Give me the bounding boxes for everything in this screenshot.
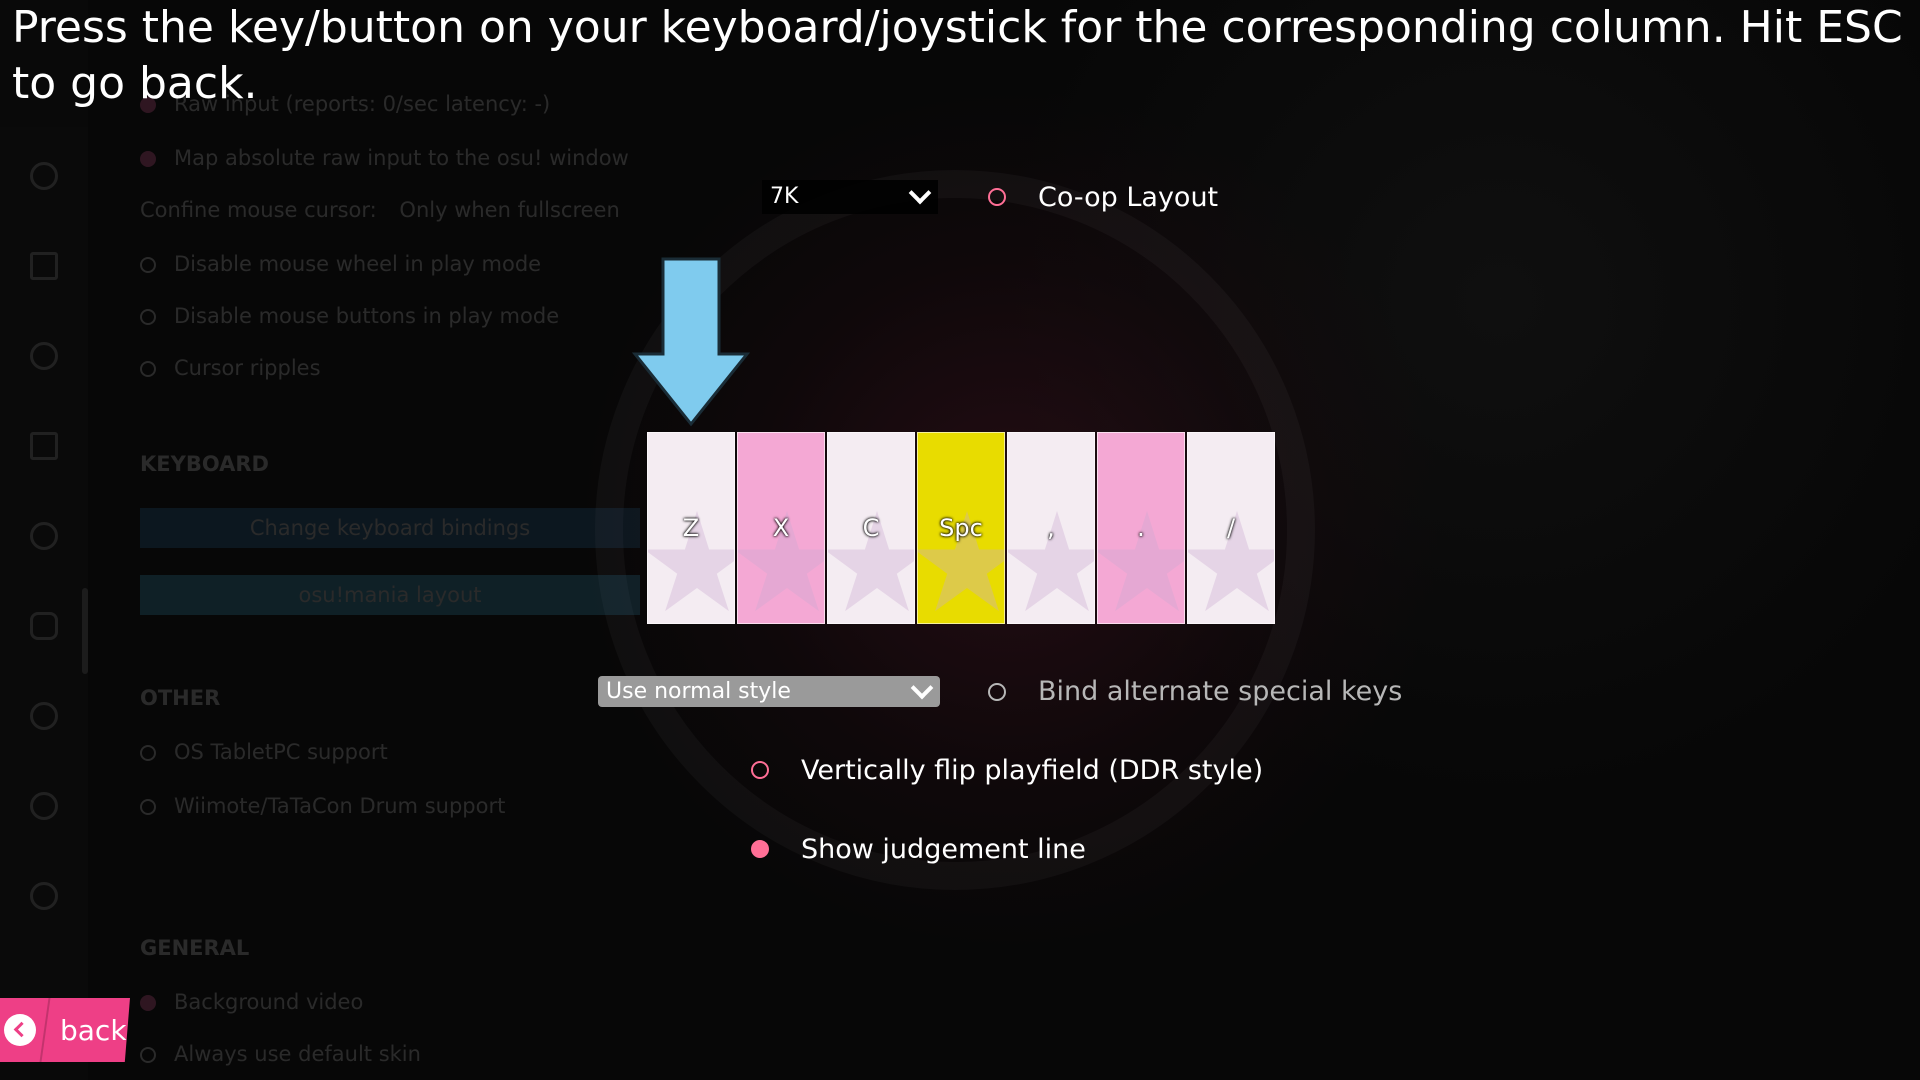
vertical-flip-toggle[interactable]: Vertically flip playfield (DDR style) — [751, 753, 1263, 787]
wrench-icon — [30, 882, 58, 910]
key-column-label: Spc — [939, 514, 983, 542]
key-column-label: Z — [682, 514, 700, 542]
back-button-label: back — [60, 1013, 127, 1047]
chevron-down-icon — [910, 676, 934, 699]
bg-default-skin: Always use default skin — [140, 1042, 421, 1066]
judgement-line-toggle[interactable]: Show judgement line — [751, 832, 1086, 866]
globe-icon — [30, 792, 58, 820]
key-column-label: , — [1047, 514, 1055, 542]
bg-tabletpc: OS TabletPC support — [140, 740, 388, 764]
key-column-label: C — [862, 514, 880, 542]
gear-icon — [30, 162, 58, 190]
back-arrow-icon — [4, 1014, 36, 1046]
bg-keyboard-header: KEYBOARD — [140, 452, 269, 476]
gamepad-icon — [30, 612, 58, 640]
bg-change-bindings-button: Change keyboard bindings — [140, 508, 640, 548]
bg-disable-wheel: Disable mouse wheel in play mode — [140, 252, 541, 276]
instructions-text: Press the key/button on your keyboard/jo… — [12, 2, 1903, 109]
key-columns: Z X C Spc,. / — [647, 432, 1275, 624]
key-column[interactable]: X — [737, 432, 825, 624]
background-settings-panel: Raw input (reports: 0/sec latency: -) Ma… — [0, 0, 660, 1080]
monitor-icon — [30, 252, 58, 280]
bg-disable-buttons: Disable mouse buttons in play mode — [140, 304, 559, 328]
circle-icon — [30, 342, 58, 370]
bg-background-video: Background video — [140, 990, 363, 1014]
key-column[interactable]: / — [1187, 432, 1275, 624]
key-count-select[interactable]: 7K — [762, 180, 938, 214]
bg-confine-cursor: Confine mouse cursor: Only when fullscre… — [140, 198, 620, 222]
chevron-down-icon — [908, 181, 932, 205]
vertical-flip-radio — [751, 761, 769, 779]
judgement-line-radio — [751, 840, 769, 858]
key-column-label: X — [772, 514, 790, 542]
settings-sidebar — [0, 0, 88, 1080]
bg-wiimote: Wiimote/TaTaCon Drum support — [140, 794, 505, 818]
vertical-flip-label: Vertically flip playfield (DDR style) — [801, 754, 1264, 786]
key-column[interactable]: C — [827, 432, 915, 624]
bg-general-header: GENERAL — [140, 936, 250, 960]
column-arrow-icon — [631, 257, 751, 427]
brush-icon — [30, 522, 58, 550]
back-button-separator — [39, 998, 51, 1062]
bg-cursor-ripples: Cursor ripples — [140, 356, 321, 380]
back-button[interactable]: back — [0, 998, 130, 1062]
bg-mania-layout-button: osu!mania layout — [140, 575, 640, 615]
key-column-label: / — [1226, 514, 1236, 542]
key-column-label: . — [1137, 514, 1145, 542]
style-select[interactable]: Use normal style — [598, 676, 940, 707]
settings-scrollbar — [82, 588, 88, 674]
key-count-value: 7K — [770, 184, 799, 209]
key-column[interactable]: , — [1007, 432, 1095, 624]
key-column[interactable]: . — [1097, 432, 1185, 624]
coop-layout-radio — [988, 188, 1006, 206]
style-select-value: Use normal style — [606, 679, 791, 704]
bg-map-absolute: Map absolute raw input to the osu! windo… — [140, 146, 629, 170]
coop-layout-label: Co-op Layout — [1038, 181, 1219, 213]
coop-layout-toggle[interactable]: Co-op Layout — [988, 180, 1218, 214]
bind-alternate-label: Bind alternate special keys — [1038, 676, 1403, 707]
key-column[interactable]: Z — [647, 432, 735, 624]
bg-other-header: OTHER — [140, 686, 221, 710]
speaker-icon — [30, 432, 58, 460]
bind-alternate-radio — [988, 682, 1006, 701]
bind-alternate-toggle[interactable]: Bind alternate special keys — [988, 676, 1402, 707]
key-column[interactable]: Spc — [917, 432, 1005, 624]
pencil-icon — [30, 702, 58, 730]
judgement-line-label: Show judgement line — [801, 833, 1086, 865]
